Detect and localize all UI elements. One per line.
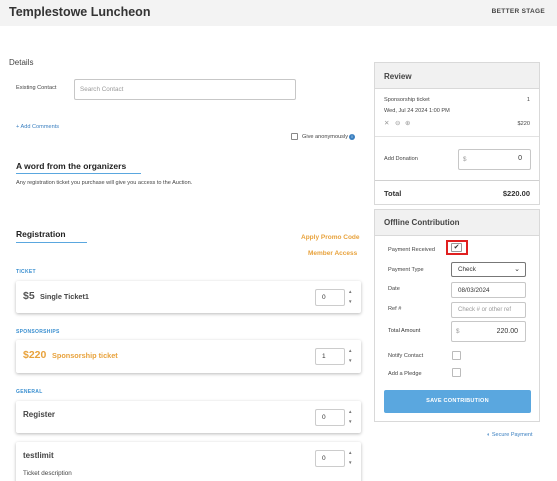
increment-icon[interactable]: ▲	[348, 450, 352, 455]
currency-symbol: $	[456, 328, 460, 335]
payment-type-value: Check	[458, 266, 476, 273]
ticket-name: testlimit	[23, 451, 54, 460]
ref-input[interactable]: Check # or other ref	[451, 302, 526, 318]
donation-value: 0	[518, 155, 522, 162]
ticket-price: $5	[23, 290, 35, 302]
quantity-value: 0	[322, 294, 326, 301]
total-label: Total	[384, 189, 402, 198]
ticket-description: Ticket description	[23, 470, 72, 477]
offline-header: Offline Contribution	[375, 210, 539, 236]
divider	[375, 136, 539, 137]
quantity-stepper[interactable]: 1	[315, 348, 345, 365]
ticket-name: Register	[23, 410, 56, 419]
review-heading: Review	[384, 72, 412, 81]
payment-type-label: Payment Type	[388, 267, 424, 273]
decrement-icon[interactable]: ▼	[348, 460, 352, 465]
registration-heading: Registration	[16, 229, 66, 239]
review-item-date: Wed, Jul 24 2024 1:00 PM	[384, 108, 450, 114]
decrement-icon[interactable]: ▼	[348, 299, 352, 304]
apply-promo-code-link[interactable]: Apply Promo Code	[301, 234, 360, 241]
payment-type-select[interactable]: Check ⌄	[451, 262, 526, 277]
divider	[375, 180, 539, 181]
decrement-icon[interactable]: ▼	[348, 419, 352, 424]
category-ticket: TICKET	[16, 269, 36, 275]
category-sponsorships: SPONSORSHIPS	[16, 329, 60, 335]
details-heading: Details	[9, 58, 34, 67]
ref-placeholder: Check # or other ref	[458, 307, 512, 313]
give-anonymously-label: Give anonymously	[302, 134, 349, 140]
shield-icon: ◐	[487, 432, 491, 438]
ref-label: Ref #	[388, 306, 402, 312]
notify-contact-label: Notify Contact	[388, 353, 424, 359]
date-label: Date	[388, 286, 400, 292]
minus-circle-icon[interactable]: ⊖	[395, 119, 400, 127]
remove-icon[interactable]: ✕	[384, 119, 389, 127]
review-item-name: Sponsorship ticket	[384, 97, 430, 103]
ticket-price: $220	[23, 349, 47, 361]
total-value: $220.00	[502, 189, 530, 198]
organizers-underline	[16, 173, 141, 174]
category-general: GENERAL	[16, 389, 43, 395]
offline-heading: Offline Contribution	[384, 218, 460, 227]
payment-received-checkbox[interactable]: ✔	[451, 243, 462, 252]
ticket-name: Single Ticket1	[40, 292, 89, 301]
save-contribution-label: SAVE CONTRIBUTION	[426, 398, 489, 404]
existing-contact-label: Existing Contact	[16, 85, 57, 91]
decrement-icon[interactable]: ▼	[348, 358, 352, 363]
secure-payment-link[interactable]: ◐ Secure Payment	[487, 432, 533, 438]
quantity-value: 0	[322, 414, 326, 421]
date-input[interactable]: 08/03/2024	[451, 282, 526, 298]
ticket-name: Sponsorship ticket	[52, 351, 118, 360]
brand-logo: BETTER STAGE	[491, 8, 545, 15]
increment-icon[interactable]: ▲	[348, 348, 352, 353]
total-amount-label: Total Amount	[388, 328, 421, 334]
plus-circle-icon[interactable]: ⊕	[405, 119, 410, 127]
ticket-card-single: $5 Single Ticket1 0 ▲ ▼	[16, 281, 361, 313]
date-value: 08/03/2024	[458, 287, 490, 294]
total-amount-value: 220.00	[496, 328, 518, 335]
payment-received-label: Payment Received	[388, 247, 435, 253]
registration-underline	[16, 242, 87, 243]
quantity-stepper[interactable]: 0	[315, 409, 345, 426]
secure-payment-label: Secure Payment	[491, 432, 533, 438]
ticket-card-register: Register 0 ▲ ▼	[16, 401, 361, 433]
give-anonymously-checkbox[interactable]	[291, 133, 298, 140]
notify-contact-checkbox[interactable]	[452, 351, 461, 360]
add-donation-label: Add Donation	[384, 156, 418, 162]
review-item-price: $220	[517, 121, 530, 127]
ticket-card-sponsorship: $220 Sponsorship ticket 1 ▲ ▼	[16, 340, 361, 373]
add-comments-link[interactable]: + Add Comments	[16, 124, 59, 130]
review-header: Review	[375, 63, 539, 89]
save-contribution-button[interactable]: SAVE CONTRIBUTION	[384, 390, 531, 413]
info-icon[interactable]: i	[349, 134, 355, 140]
chevron-down-icon: ⌄	[514, 266, 520, 273]
increment-icon[interactable]: ▲	[348, 409, 352, 414]
donation-input[interactable]: $ 0	[458, 149, 531, 170]
quantity-value: 0	[322, 455, 326, 462]
increment-icon[interactable]: ▲	[348, 289, 352, 294]
organizers-heading: A word from the organizers	[16, 161, 127, 171]
currency-symbol: $	[463, 156, 467, 163]
organizers-text: Any registration ticket you purchase wil…	[16, 180, 193, 186]
total-amount-input[interactable]: $ 220.00	[451, 321, 526, 342]
add-pledge-checkbox[interactable]	[452, 368, 461, 377]
member-access-link[interactable]: Member Access	[308, 250, 357, 257]
review-panel: Review Sponsorship ticket 1 Wed, Jul 24 …	[374, 62, 540, 205]
search-placeholder: Search Contact	[80, 86, 124, 93]
offline-contribution-panel: Offline Contribution Payment Received ✔ …	[374, 209, 540, 422]
event-title: Templestowe Luncheon	[9, 5, 151, 19]
review-item-qty: 1	[526, 97, 530, 103]
quantity-value: 1	[322, 353, 326, 360]
top-bar: Templestowe Luncheon BETTER STAGE	[0, 0, 557, 26]
ticket-card-testlimit: testlimit Ticket description 0 ▲ ▼	[16, 442, 361, 481]
search-contact-input[interactable]: Search Contact	[74, 79, 296, 100]
quantity-stepper[interactable]: 0	[315, 289, 345, 306]
quantity-stepper[interactable]: 0	[315, 450, 345, 467]
add-pledge-label: Add a Pledge	[388, 371, 422, 377]
